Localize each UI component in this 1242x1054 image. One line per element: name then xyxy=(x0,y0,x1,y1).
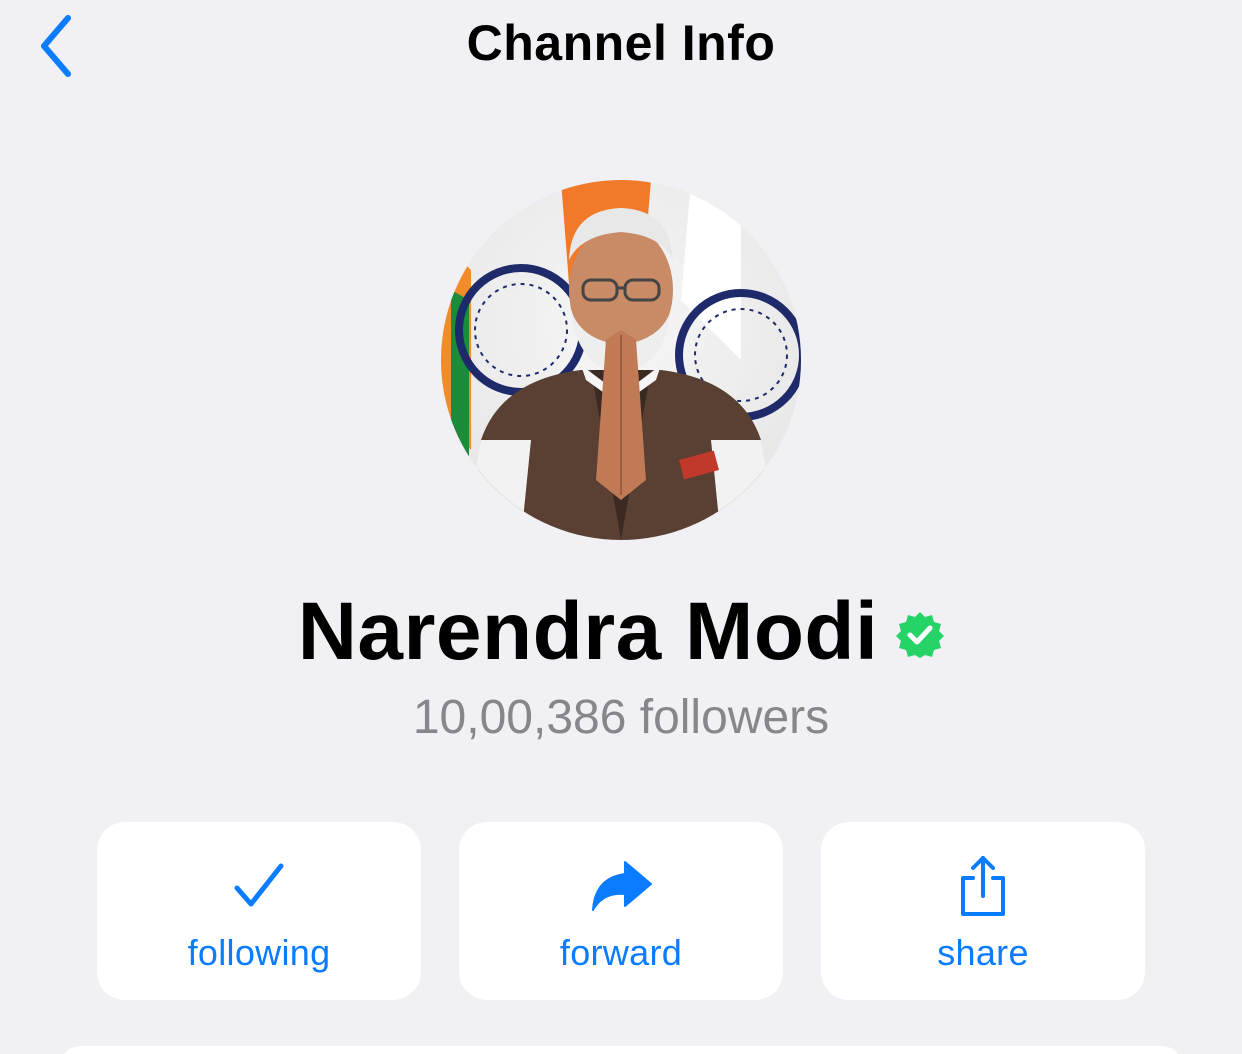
share-button[interactable]: share xyxy=(821,822,1145,1000)
following-button[interactable]: following xyxy=(97,822,421,1000)
forward-label: forward xyxy=(559,932,683,973)
checkmark-icon xyxy=(234,863,284,907)
channel-name-row: Narendra Modi xyxy=(0,582,1242,682)
action-buttons: following forward share xyxy=(97,822,1145,1002)
info-card xyxy=(60,1046,1182,1054)
channel-info-screen: Channel Info Narendra Modi 10,00,386 fol… xyxy=(0,0,1242,1054)
forward-button[interactable]: forward xyxy=(459,822,783,1000)
channel-name: Narendra Modi xyxy=(297,586,879,677)
navigation-bar: Channel Info xyxy=(0,0,1242,90)
page-title: Channel Info xyxy=(466,15,776,71)
verified-badge-icon xyxy=(896,612,945,658)
share-label: share xyxy=(937,932,1029,973)
profile-photo xyxy=(441,180,801,540)
avatar[interactable] xyxy=(441,180,801,540)
followers-count: 10,00,386 followers xyxy=(412,691,830,744)
share-icon xyxy=(961,856,1005,916)
forward-arrow-icon xyxy=(592,861,652,911)
following-label: following xyxy=(187,932,331,973)
